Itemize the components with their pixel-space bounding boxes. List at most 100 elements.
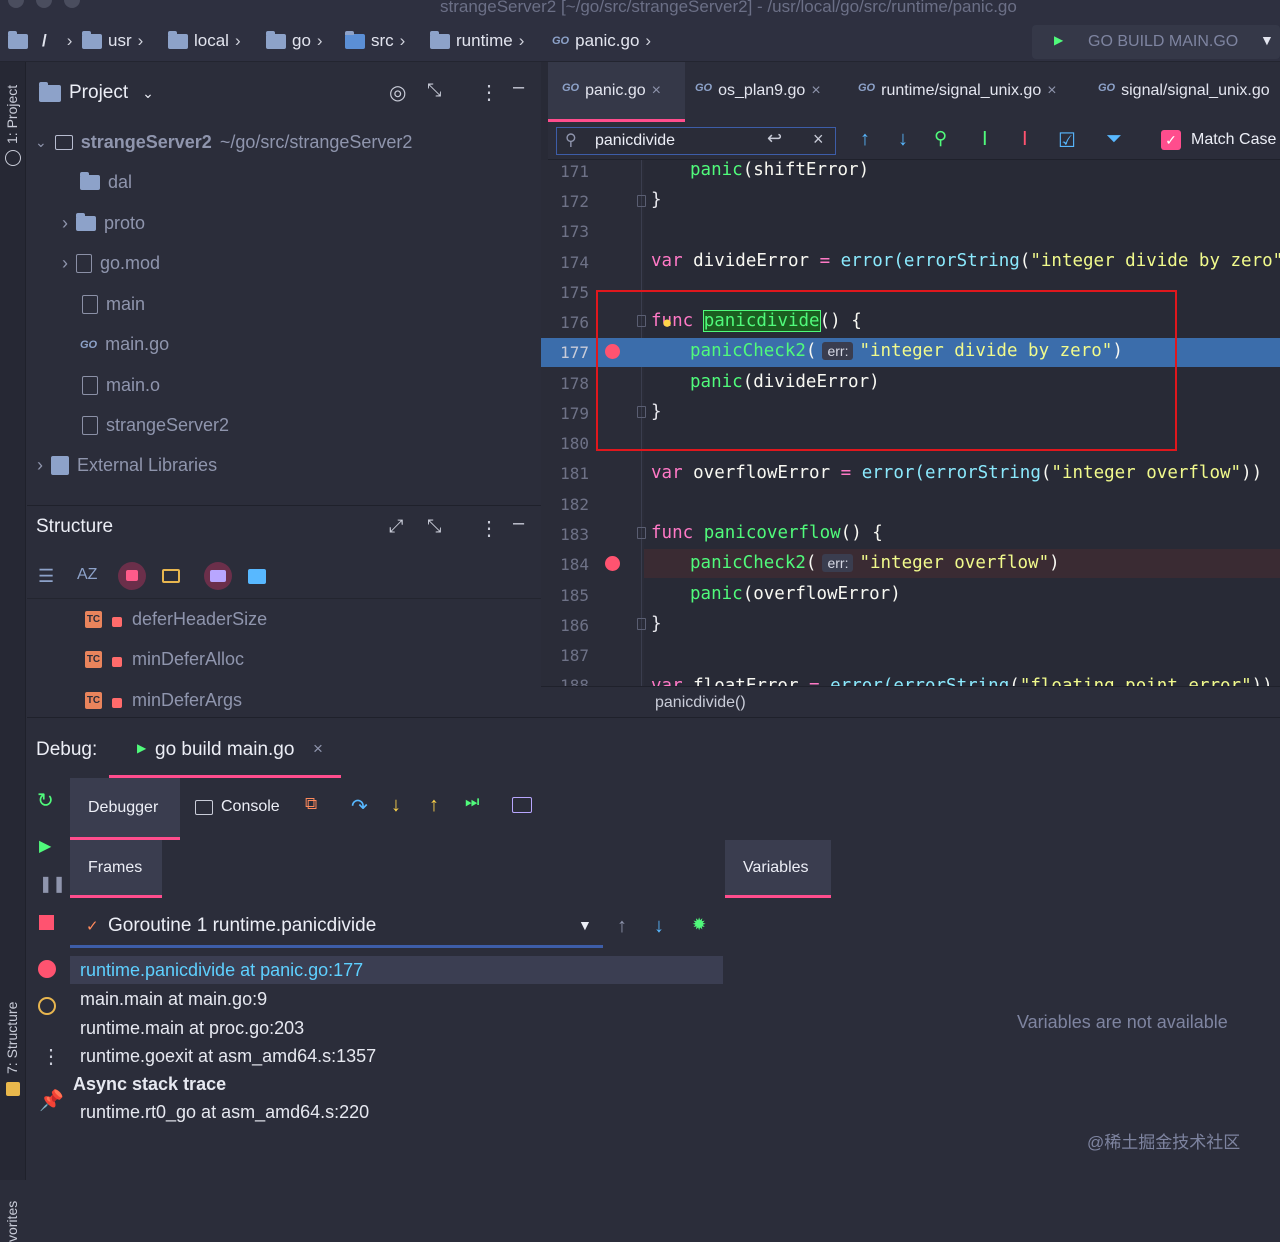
- show-methods-toggle[interactable]: [204, 562, 232, 590]
- fold-icon[interactable]: [637, 618, 646, 630]
- fold-icon[interactable]: [637, 527, 646, 539]
- tree-item-external-libraries[interactable]: › External Libraries: [37, 455, 217, 476]
- evaluate-expression-icon[interactable]: [512, 797, 532, 813]
- navigate-icon[interactable]: [248, 569, 266, 584]
- project-view-select[interactable]: Project ⌄: [39, 81, 154, 104]
- tab-panic-go[interactable]: GO panic.go ×: [548, 62, 685, 122]
- clear-search-icon[interactable]: ×: [813, 129, 824, 150]
- breadcrumb-runtime[interactable]: runtime ›: [430, 30, 524, 51]
- run-config-icon: ▶: [1054, 33, 1064, 47]
- breadcrumb-file[interactable]: GO panic.go ›: [552, 31, 651, 51]
- hide-panel-icon[interactable]: –: [513, 512, 524, 535]
- more-options-icon[interactable]: ⋮: [41, 1044, 61, 1069]
- tab-frames[interactable]: Frames: [70, 840, 162, 898]
- tab-debugger[interactable]: Debugger: [70, 778, 180, 840]
- step-over-icon[interactable]: ↷: [351, 794, 368, 819]
- debug-session-tab[interactable]: ▶ go build main.go ×: [109, 732, 341, 778]
- filter-frames-icon[interactable]: ✹: [692, 915, 706, 935]
- run-to-cursor-icon[interactable]: ⏭: [465, 794, 479, 812]
- code-line-174[interactable]: var divideError = error(errorString("int…: [651, 251, 1280, 271]
- next-occurrence-icon[interactable]: ↓: [898, 128, 908, 151]
- mute-breakpoints-icon[interactable]: [38, 997, 56, 1015]
- previous-occurrence-icon[interactable]: ↑: [860, 128, 870, 151]
- add-occurrence-icon[interactable]: I: [982, 128, 988, 151]
- breadcrumb-usr[interactable]: usr ›: [82, 30, 143, 51]
- filter-icon[interactable]: ⏷: [1106, 128, 1122, 151]
- show-execution-point-icon[interactable]: ⧉: [305, 794, 317, 814]
- tab-runtime-signal-unix-go[interactable]: GO runtime/signal_unix.go ×: [858, 62, 1057, 122]
- tree-item-go-mod[interactable]: › go.mod: [62, 253, 160, 274]
- tree-item-main[interactable]: main: [82, 294, 145, 315]
- code-line-184[interactable]: panicCheck2(err: "integer overflow"): [690, 553, 1060, 573]
- view-breakpoints-icon[interactable]: [38, 960, 56, 978]
- goroutine-select[interactable]: ✓ Goroutine 1 runtime.panicdivide ▼: [70, 908, 603, 948]
- structure-item[interactable]: TC minDeferAlloc: [85, 649, 244, 670]
- next-frame-icon[interactable]: ↓: [654, 915, 664, 938]
- breadcrumb-local[interactable]: local ›: [168, 30, 241, 51]
- new-line-icon[interactable]: ↩: [767, 128, 782, 149]
- fold-icon[interactable]: [637, 195, 646, 207]
- code-line-188[interactable]: var floatError = error(errorString("floa…: [651, 676, 1280, 686]
- tree-root[interactable]: ⌄ strangeServer2 ~/go/src/strangeServer2: [35, 132, 412, 153]
- select-occurrences-icon[interactable]: ☑: [1058, 128, 1076, 153]
- tab-variables[interactable]: Variables: [725, 840, 831, 898]
- frame-item[interactable]: runtime.goexit at asm_amd64.s:1357: [80, 1046, 376, 1067]
- breadcrumb-root[interactable]: / ›: [8, 30, 72, 51]
- run-configuration-select[interactable]: ▶ GO BUILD MAIN.GO ▼: [1032, 25, 1280, 59]
- remove-occurrence-icon[interactable]: I: [1022, 128, 1028, 151]
- tree-item-main-go[interactable]: GO main.go: [80, 334, 169, 355]
- tree-item-main-o[interactable]: main.o: [82, 375, 160, 396]
- match-case-checkbox[interactable]: ✓ Match Case: [1161, 130, 1276, 150]
- frame-item[interactable]: runtime.rt0_go at asm_amd64.s:220: [80, 1102, 369, 1123]
- code-line-171[interactable]: panic(shiftError): [690, 160, 869, 180]
- select-all-occurrences-icon[interactable]: ⚲: [934, 128, 947, 149]
- sort-alphabetically-icon[interactable]: AZ: [77, 566, 97, 584]
- tree-item-dal[interactable]: dal: [80, 172, 132, 193]
- tree-item-strangeServer2[interactable]: strangeServer2: [82, 415, 229, 436]
- pause-icon[interactable]: ❚❚: [39, 874, 66, 894]
- frame-item[interactable]: runtime.main at proc.go:203: [80, 1018, 304, 1039]
- show-fields-icon[interactable]: [162, 569, 180, 583]
- structure-item[interactable]: TC minDeferArgs: [85, 690, 242, 711]
- sort-visibility-icon[interactable]: ☰: [38, 566, 54, 587]
- code-line-183[interactable]: func panicoverflow() {: [651, 523, 883, 543]
- close-tab-icon[interactable]: ×: [811, 82, 820, 122]
- close-tab-icon[interactable]: ×: [313, 739, 323, 759]
- tab-signal-signal-unix-go[interactable]: GO signal/signal_unix.go: [1098, 62, 1270, 122]
- resume-icon[interactable]: ▶: [39, 836, 51, 856]
- editor-breadcrumb[interactable]: panicdivide(): [655, 694, 746, 712]
- breadcrumb-src[interactable]: src ›: [345, 30, 405, 51]
- code-line-181[interactable]: var overflowError = error(errorString("i…: [651, 463, 1262, 483]
- structure-tool-button[interactable]: 7: Structure: [4, 1002, 20, 1074]
- collapse-all-icon[interactable]: ⤡: [427, 516, 441, 537]
- close-tab-icon[interactable]: ×: [652, 82, 661, 119]
- collapse-all-icon[interactable]: ⤡: [427, 80, 441, 101]
- close-tab-icon[interactable]: ×: [1047, 82, 1056, 122]
- code-line-185[interactable]: panic(overflowError): [690, 584, 901, 604]
- frame-item[interactable]: runtime.panicdivide at panic.go:177: [80, 960, 363, 981]
- tab-console[interactable]: Console: [195, 798, 280, 816]
- show-private-toggle[interactable]: [118, 562, 146, 590]
- step-into-icon[interactable]: ↓: [391, 794, 401, 817]
- code-line-172[interactable]: }: [651, 190, 662, 210]
- more-options-icon[interactable]: ⋮: [479, 80, 499, 105]
- expand-all-icon[interactable]: ⤢: [389, 516, 403, 537]
- favorites-tool-button[interactable]: vorites: [4, 1201, 20, 1242]
- breadcrumb-go[interactable]: go ›: [266, 30, 323, 51]
- code-line-186[interactable]: }: [651, 614, 662, 634]
- breakpoint-icon[interactable]: [605, 556, 620, 571]
- structure-item[interactable]: TC deferHeaderSize: [85, 609, 267, 630]
- stop-icon[interactable]: [39, 915, 54, 930]
- search-input[interactable]: ⚲ panicdivide ↩ ×: [556, 127, 836, 155]
- locate-file-icon[interactable]: ◎: [389, 80, 406, 105]
- step-out-icon[interactable]: ↑: [429, 794, 439, 817]
- previous-frame-icon[interactable]: ↑: [617, 915, 627, 938]
- hide-panel-icon[interactable]: –: [513, 76, 524, 99]
- frame-item[interactable]: main.main at main.go:9: [80, 989, 267, 1010]
- project-tool-button[interactable]: 1: Project: [4, 85, 20, 144]
- more-options-icon[interactable]: ⋮: [479, 516, 499, 541]
- rerun-icon[interactable]: ↻: [37, 788, 54, 813]
- pin-icon[interactable]: 📌: [39, 1088, 64, 1113]
- tree-item-proto[interactable]: › proto: [62, 213, 145, 234]
- tab-os-plan9-go[interactable]: GO os_plan9.go ×: [695, 62, 821, 122]
